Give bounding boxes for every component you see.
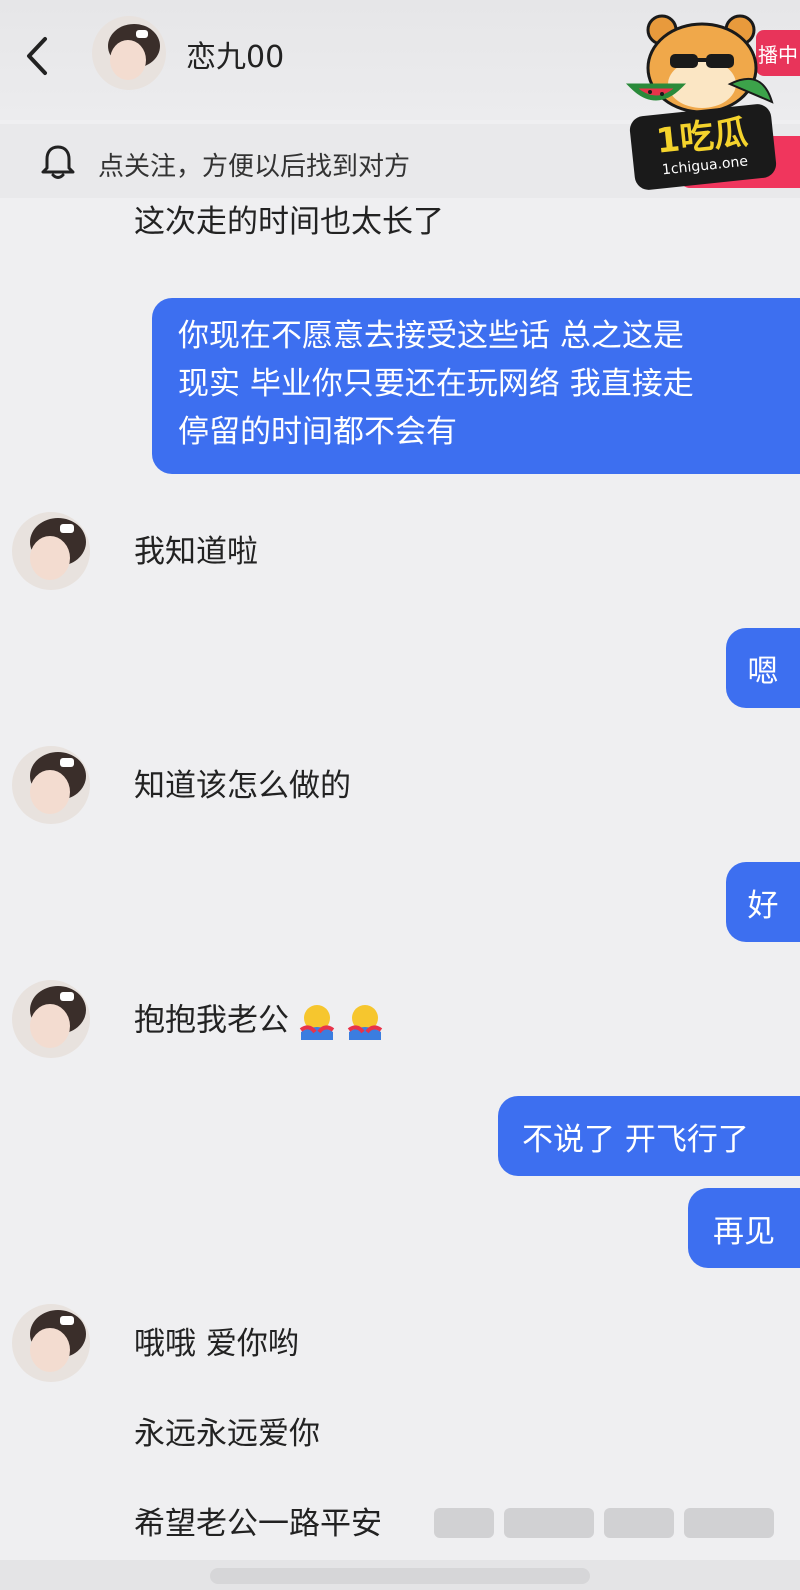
contact-avatar[interactable]: [92, 16, 166, 90]
hamster-mascot-icon: [625, 14, 774, 114]
blurred-message-preview: [434, 1498, 774, 1548]
blur-block: [684, 1508, 774, 1538]
received-message: 抱抱我老公: [134, 1002, 385, 1042]
sent-message-text: 嗯: [747, 653, 779, 690]
input-bar: [0, 1560, 800, 1590]
follow-hint-text: 点关注，方便以后找到对方: [98, 152, 411, 182]
watermark-brand-text: 1吃瓜: [654, 112, 750, 162]
received-message-text: 抱抱我老公: [134, 1002, 289, 1039]
sent-message-line: 你现在不愿意去接受这些话 总之这是: [178, 318, 684, 354]
chevron-left-icon: [27, 37, 47, 75]
sent-message-text: 再见: [713, 1213, 775, 1250]
sent-message-bubble[interactable]: 你现在不愿意去接受这些话 总之这是 现实 毕业你只要还在玩网络 我直接走 停留的…: [152, 298, 800, 474]
watermark-brand: 1吃瓜 1chigua.one: [628, 102, 778, 192]
sent-message-line: 停留的时间都不会有: [178, 414, 457, 450]
received-message: 知道该怎么做的: [134, 768, 351, 804]
sent-message-text: 好: [747, 887, 779, 924]
received-message: 希望老公一路平安: [134, 1506, 382, 1542]
contact-avatar[interactable]: [12, 746, 90, 824]
received-message: 永远永远爱你: [134, 1416, 320, 1452]
blur-block: [434, 1508, 494, 1538]
back-button[interactable]: [12, 26, 60, 86]
watermark-logo: 1吃瓜 1chigua.one: [622, 6, 782, 198]
hug-emoji-icon: [347, 1005, 383, 1040]
sent-message-bubble[interactable]: 好: [726, 862, 800, 942]
hug-emoji-icon: [299, 1005, 335, 1040]
received-message: 哦哦 爱你哟: [134, 1326, 299, 1362]
contact-avatar[interactable]: [12, 1304, 90, 1382]
sent-message-bubble[interactable]: 不说了 开飞行了: [498, 1096, 800, 1176]
message-input[interactable]: [210, 1568, 590, 1584]
received-message: 我知道啦: [134, 534, 258, 570]
blur-block: [604, 1508, 674, 1538]
contact-avatar[interactable]: [12, 980, 90, 1058]
contact-name[interactable]: 恋九00: [186, 32, 284, 76]
sent-message-text: 不说了 开飞行了: [522, 1121, 749, 1158]
received-message: 这次走的时间也太长了: [134, 204, 444, 240]
sent-message-bubble[interactable]: 再见: [688, 1188, 800, 1268]
blur-block: [504, 1508, 594, 1538]
contact-avatar[interactable]: [12, 512, 90, 590]
sent-message-line: 现实 毕业你只要还在玩网络 我直接走: [178, 366, 694, 402]
sent-message-bubble[interactable]: 嗯: [726, 628, 800, 708]
bell-icon: [41, 145, 75, 179]
